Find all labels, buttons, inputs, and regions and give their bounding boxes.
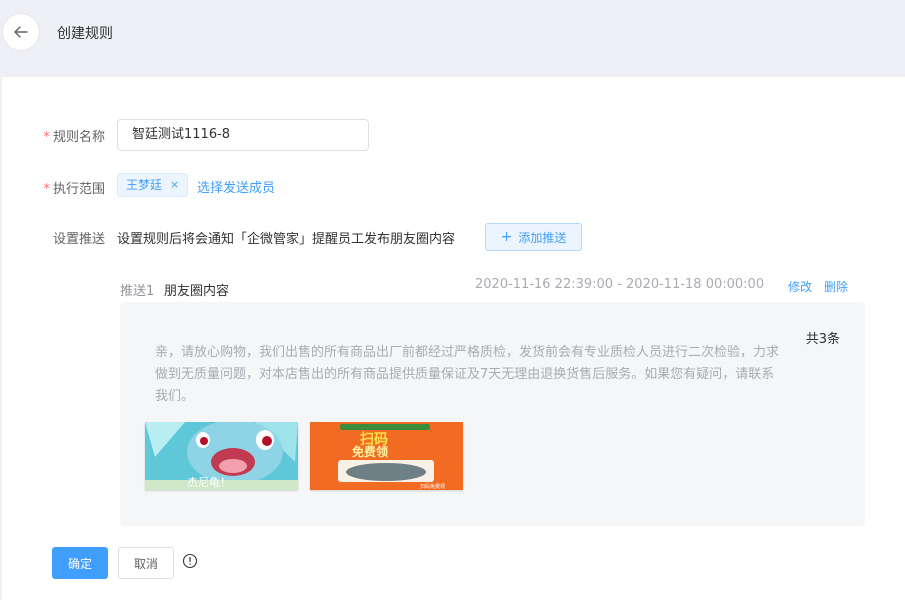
scope-label-text: 执行范围 [52,182,105,197]
rule-name-label: * 规则名称 [0,126,105,145]
cartoon-character-image-art: 杰尼龟！ [145,422,298,490]
rule-name-input[interactable]: 智廷测试1116-8 [117,119,369,151]
info-icon[interactable] [182,553,198,569]
select-members-link[interactable]: 选择发送成员 [197,177,275,196]
poster-footer: 扫码免费领 [420,483,445,490]
plus-icon: + [500,229,513,245]
moment-text: 亲，请放心购物，我们出售的所有商品出厂前都经过严格质检，发货前会有专业质检人员进… [155,345,780,404]
cancel-button[interactable]: 取消 [118,547,174,579]
add-push-button[interactable]: + 添加推送 [485,223,582,251]
cartoon-character-image[interactable]: 杰尼龟！ [145,422,298,490]
push-content-box: 共3条 亲，请放心购物，我们出售的所有商品出厂前都经过严格质检，发货前会有专业质… [120,302,865,526]
edit-link[interactable]: 修改 [788,278,812,295]
scan-promo-poster-image[interactable]: 扫码 免费领 扫码免费领 [310,422,463,490]
push-type: 朋友圈内容 [164,284,230,299]
top-header: 创建规则 [0,0,905,77]
scan-promo-poster-art: 扫码 免费领 扫码免费领 [310,422,463,490]
required-mark: * [43,130,50,145]
required-mark: * [43,182,50,197]
push-time-range: 2020-11-16 22:39:00 - 2020-11-18 00:00:0… [475,277,765,292]
item-count: 共3条 [805,332,840,347]
add-push-label: 添加推送 [518,230,567,245]
rule-name-label-text: 规则名称 [52,130,105,145]
close-icon[interactable]: × [170,174,179,196]
push-index: 推送1 [120,284,155,299]
member-tag-label: 王梦廷 [126,178,163,192]
push-settings-label: 设置推送 [52,232,105,247]
poster-subline: 免费领 [352,444,388,459]
page-title: 创建规则 [57,26,113,42]
member-tag: 王梦廷 × [117,173,189,197]
push-description: 设置规则后将会通知「企微管家」提醒员工发布朋友圈内容 [117,232,456,247]
cartoon-caption: 杰尼龟！ [187,476,231,489]
confirm-button[interactable]: 确定 [52,547,108,579]
arrow-left-icon [14,26,28,38]
delete-link[interactable]: 删除 [824,278,848,295]
scope-label: * 执行范围 [0,178,105,197]
back-button[interactable] [2,13,40,51]
